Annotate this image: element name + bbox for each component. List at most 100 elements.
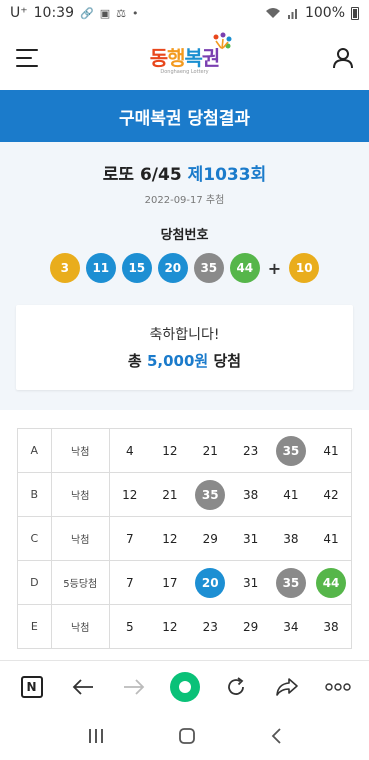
share-button[interactable] xyxy=(267,667,307,707)
ticket-row: D 5등당첨 7 17 20 31 35 44 xyxy=(17,560,352,605)
ticket-number-cell: 38 xyxy=(311,604,352,649)
ticket-number-cell: 29 xyxy=(190,516,231,561)
back-button[interactable] xyxy=(63,667,103,707)
ticket-number: 38 xyxy=(283,531,299,546)
matched-number-ball: 35 xyxy=(275,567,306,598)
logo-subtitle: Donghaeng Lottery xyxy=(160,68,209,75)
share-icon xyxy=(275,677,298,696)
ticket-number-cell: 17 xyxy=(149,560,191,605)
winning-ball: 15 xyxy=(121,253,152,283)
ticket-number-cell: 35 xyxy=(270,428,312,473)
matched-number-ball: 35 xyxy=(195,479,226,510)
ticket-number-cell: 31 xyxy=(230,560,271,605)
ticket-table: A 낙첨 4 12 21 23 35 41 B 낙첨 12 21 35 38 41 42 C 낙첨 7 12 29 31 3… xyxy=(17,428,352,649)
winning-ball: 3 xyxy=(49,253,80,283)
dot-icon: • xyxy=(131,6,139,20)
draw-title: 로또 6/45 제1033회 xyxy=(16,160,353,185)
ticket-number-cell: 7 xyxy=(109,516,150,561)
draw-round: 제1033회 xyxy=(187,165,267,185)
green-dot-button[interactable] xyxy=(165,667,205,707)
ticket-number: 42 xyxy=(323,487,339,502)
ticket-number-cell: 31 xyxy=(230,516,271,561)
ticket-number-cell: 41 xyxy=(270,472,312,517)
ticket-number: 23 xyxy=(242,443,259,458)
ticket-number-cell: 12 xyxy=(149,516,191,561)
plus-sign: + xyxy=(267,258,282,278)
green-dot-icon xyxy=(169,671,200,702)
recent-apps-icon[interactable] xyxy=(87,728,105,744)
ticket-status: 낙첨 xyxy=(51,428,110,473)
wifi-icon xyxy=(265,8,280,18)
arrow-left-icon xyxy=(72,678,93,695)
prize-summary: 총 5,000원 당첨 xyxy=(128,350,241,371)
ticket-key: B xyxy=(17,472,52,517)
ticket-number: 34 xyxy=(283,619,299,634)
ticket-row: E 낙첨 5 12 23 29 34 38 xyxy=(17,604,352,649)
app-header: 동행복권 Donghaeng Lottery xyxy=(0,26,369,90)
more-button[interactable] xyxy=(318,667,358,707)
ticket-key: D xyxy=(17,560,52,605)
ticket-number: 7 xyxy=(125,575,134,590)
image-icon: ▣ xyxy=(99,6,111,20)
draw-date: 2022-09-17 추첨 xyxy=(144,195,225,206)
prize-amount: 5,000원 xyxy=(146,352,209,370)
ticket-key: E xyxy=(17,604,52,649)
prize-card: 축하합니다! 총 5,000원 당첨 xyxy=(16,305,353,390)
ticket-number-cell: 35 xyxy=(190,472,231,517)
winning-ball: 35 xyxy=(193,253,224,283)
ladder-icon: ⚖ xyxy=(116,6,126,20)
ticket-number-cell: 23 xyxy=(230,428,271,473)
winning-numbers: 3 11 15 20 35 44 + 10 xyxy=(16,253,353,283)
ticket-status: 낙첨 xyxy=(51,604,110,649)
system-nav-bar xyxy=(0,712,369,760)
ticket-row: C 낙첨 7 12 29 31 38 41 xyxy=(17,516,352,561)
winning-ball: 44 xyxy=(229,253,260,283)
ticket-number-cell: 42 xyxy=(311,472,352,517)
logo-text: 동행복권 xyxy=(149,45,221,70)
ticket-number: 41 xyxy=(323,443,339,458)
refresh-button[interactable] xyxy=(216,667,256,707)
signal-icon xyxy=(287,9,297,19)
prize-prefix: 총 xyxy=(127,352,142,370)
ticket-key: C xyxy=(17,516,52,561)
winning-numbers-label: 당첨번호 xyxy=(160,228,209,243)
ticket-number-cell: 38 xyxy=(270,516,312,561)
ticket-number: 31 xyxy=(242,531,259,546)
user-icon[interactable] xyxy=(331,46,355,70)
ticket-number: 31 xyxy=(242,575,259,590)
ticket-number: 5 xyxy=(125,619,134,634)
bonus-ball: 10 xyxy=(289,253,320,283)
ticket-number-cell: 38 xyxy=(230,472,271,517)
ticket-number: 12 xyxy=(122,487,138,502)
ticket-number-cell: 23 xyxy=(190,604,231,649)
ticket-number-cell: 21 xyxy=(190,428,231,473)
ticket-key: A xyxy=(17,428,52,473)
ticket-number-cell: 12 xyxy=(109,472,150,517)
ticket-row: A 낙첨 4 12 21 23 35 41 xyxy=(17,428,352,473)
draw-result-section: 로또 6/45 제1033회 2022-09-17 추첨 당첨번호 3 11 1… xyxy=(0,142,369,410)
matched-number-ball: 44 xyxy=(316,567,347,598)
ticket-number: 12 xyxy=(162,619,178,634)
browser-toolbar: N xyxy=(0,660,369,712)
logo[interactable]: 동행복권 Donghaeng Lottery xyxy=(149,32,232,75)
system-back-icon[interactable] xyxy=(270,727,282,745)
menu-icon[interactable] xyxy=(16,49,38,67)
winning-ball: 20 xyxy=(157,253,188,283)
naver-home-button[interactable]: N xyxy=(12,667,52,707)
ticket-number: 12 xyxy=(162,443,178,458)
ticket-table-section: A 낙첨 4 12 21 23 35 41 B 낙첨 12 21 35 38 41 42 C 낙첨 7 12 29 31 3… xyxy=(0,410,369,649)
ticket-number-cell: 12 xyxy=(149,428,191,473)
ticket-number: 29 xyxy=(242,619,259,634)
status-bar: U⁺ 10:39 🔗 ▣ ⚖ • 100% xyxy=(0,0,369,26)
ticket-status: 낙첨 xyxy=(51,516,110,561)
ticket-number: 17 xyxy=(162,575,178,590)
ticket-number-cell: 41 xyxy=(311,428,352,473)
forward-button[interactable] xyxy=(114,667,154,707)
home-icon[interactable] xyxy=(178,727,196,745)
arrow-right-icon xyxy=(123,678,144,695)
ticket-number-cell: 41 xyxy=(311,516,352,561)
congrats-text: 축하합니다! xyxy=(149,327,220,343)
ticket-number-cell: 12 xyxy=(149,604,191,649)
ticket-number-cell: 35 xyxy=(270,560,312,605)
link-icon: 🔗 xyxy=(80,6,94,20)
